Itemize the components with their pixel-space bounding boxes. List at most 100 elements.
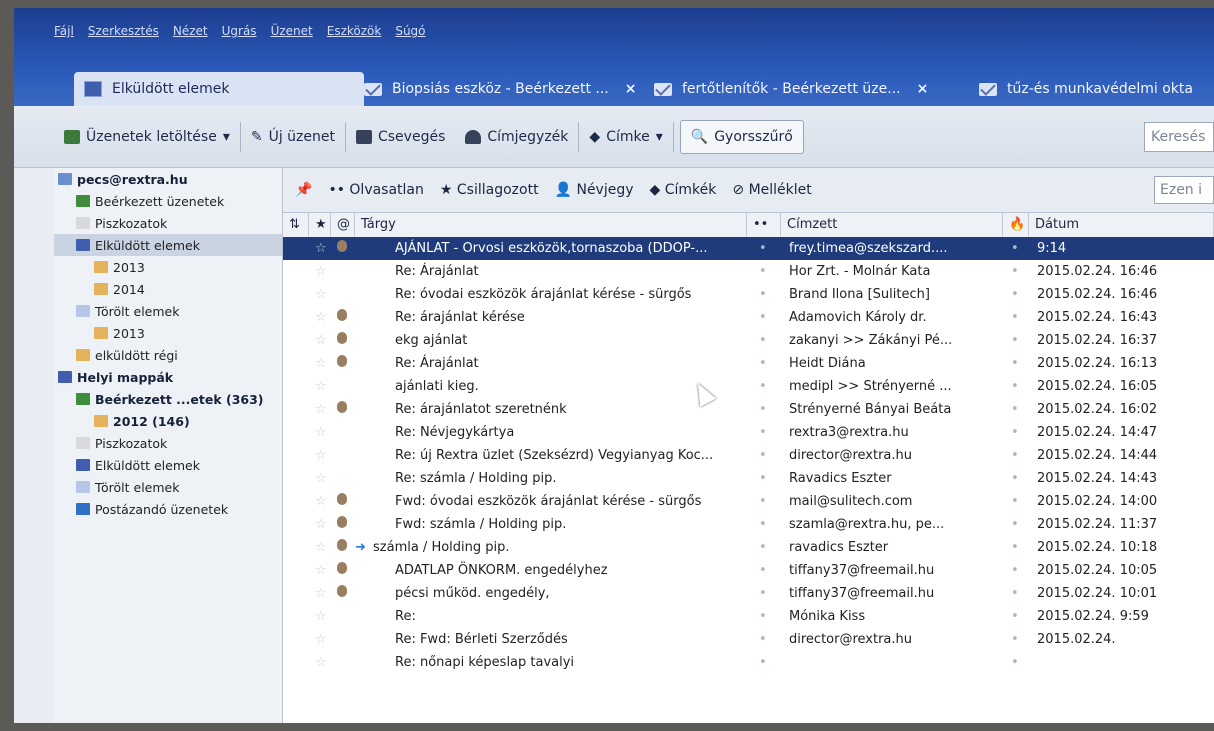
- message-row[interactable]: ☆ Re: árajánlatot szeretnénk • Strényerné B…: [283, 398, 1214, 421]
- chat-button[interactable]: Csevegés: [346, 129, 455, 145]
- read-column-icon[interactable]: ••: [747, 213, 781, 237]
- junk-status-icon[interactable]: •: [1011, 398, 1021, 421]
- message-row[interactable]: ☆ AJÁNLAT - Orvosi eszközök,tornaszoba (D…: [283, 237, 1214, 260]
- tab-disinfectants[interactable]: fertőtlenítők - Beérkezett üze... ×: [644, 72, 938, 106]
- read-status-icon[interactable]: •: [759, 605, 769, 628]
- filter-tags[interactable]: ◆ Címkék: [650, 182, 717, 198]
- star-icon[interactable]: ☆: [315, 444, 331, 467]
- folder-item[interactable]: 2014: [54, 278, 282, 300]
- date-column-header[interactable]: Dátum: [1029, 213, 1214, 237]
- star-icon[interactable]: ☆: [315, 237, 331, 260]
- folder-item[interactable]: 2013: [54, 256, 282, 278]
- new-message-button[interactable]: ✎ Új üzenet: [241, 121, 346, 152]
- junk-status-icon[interactable]: •: [1011, 260, 1021, 283]
- star-icon[interactable]: ☆: [315, 398, 331, 421]
- message-row[interactable]: ☆ ajánlati kieg. • medipl >> Strényerné ...…: [283, 375, 1214, 398]
- message-row[interactable]: ☆ Re: nőnapi képeslap tavalyi • •: [283, 651, 1214, 674]
- star-icon[interactable]: ☆: [315, 536, 331, 559]
- message-row[interactable]: ☆ ➜ számla / Holding pip. • ravadics Eszter •…: [283, 536, 1214, 559]
- junk-status-icon[interactable]: •: [1011, 467, 1021, 490]
- filter-starred[interactable]: ★ Csillagozott: [440, 182, 539, 198]
- get-messages-button[interactable]: Üzenetek letöltése ▾: [54, 121, 241, 152]
- junk-status-icon[interactable]: •: [1011, 237, 1021, 260]
- folder-item[interactable]: Postázandó üzenetek: [54, 498, 282, 520]
- junk-status-icon[interactable]: •: [1011, 421, 1021, 444]
- menu-edit[interactable]: Szerkesztés: [88, 24, 159, 38]
- junk-status-icon[interactable]: •: [1011, 605, 1021, 628]
- tag-button[interactable]: ◆ Címke ▾: [579, 121, 674, 152]
- message-row[interactable]: ☆ Fwd: óvodai eszközök árajánlat kérése -…: [283, 490, 1214, 513]
- read-status-icon[interactable]: •: [759, 329, 769, 352]
- junk-status-icon[interactable]: •: [1011, 283, 1021, 306]
- star-icon[interactable]: ☆: [315, 375, 331, 398]
- menu-help[interactable]: Súgó: [395, 24, 425, 38]
- read-status-icon[interactable]: •: [759, 306, 769, 329]
- read-status-icon[interactable]: •: [759, 421, 769, 444]
- star-icon[interactable]: ☆: [315, 260, 331, 283]
- junk-status-icon[interactable]: •: [1011, 490, 1021, 513]
- message-row[interactable]: ☆ Re: új Rextra üzlet (Szeksézrd) Vegyian…: [283, 444, 1214, 467]
- message-row[interactable]: ☆ Re: Árajánlat • Hor Zrt. - Molnár Kata • 20…: [283, 260, 1214, 283]
- star-icon[interactable]: ☆: [315, 628, 331, 651]
- pin-icon[interactable]: 📌: [295, 182, 312, 198]
- junk-status-icon[interactable]: •: [1011, 329, 1021, 352]
- read-status-icon[interactable]: •: [759, 559, 769, 582]
- menu-view[interactable]: Nézet: [173, 24, 208, 38]
- filter-unread[interactable]: •• Olvasatlan: [328, 182, 423, 198]
- star-icon[interactable]: ☆: [315, 352, 331, 375]
- star-icon[interactable]: ☆: [315, 605, 331, 628]
- chevron-down-icon[interactable]: ▾: [656, 129, 663, 145]
- close-icon[interactable]: ×: [917, 81, 929, 97]
- message-row[interactable]: ☆ Fwd: számla / Holding pip. • szamla@rextr…: [283, 513, 1214, 536]
- folder-item[interactable]: Piszkozatok: [54, 212, 282, 234]
- subject-column-header[interactable]: Tárgy: [355, 213, 747, 237]
- menu-file[interactable]: Fájl: [54, 24, 74, 38]
- read-status-icon[interactable]: •: [759, 283, 769, 306]
- read-status-icon[interactable]: •: [759, 467, 769, 490]
- close-icon[interactable]: ×: [625, 81, 637, 97]
- junk-status-icon[interactable]: •: [1011, 513, 1021, 536]
- menu-tools[interactable]: Eszközök: [327, 24, 382, 38]
- junk-status-icon[interactable]: •: [1011, 582, 1021, 605]
- junk-status-icon[interactable]: •: [1011, 536, 1021, 559]
- read-status-icon[interactable]: •: [759, 398, 769, 421]
- attachment-column-icon[interactable]: @: [331, 213, 355, 237]
- message-row[interactable]: ☆ Re: számla / Holding pip. • Ravadics Eszt…: [283, 467, 1214, 490]
- star-icon[interactable]: ☆: [315, 651, 331, 674]
- junk-status-icon[interactable]: •: [1011, 628, 1021, 651]
- search-input[interactable]: Keresés: [1144, 122, 1214, 152]
- junk-status-icon[interactable]: •: [1011, 375, 1021, 398]
- read-status-icon[interactable]: •: [759, 352, 769, 375]
- folder-item[interactable]: Beérkezett üzenetek: [54, 190, 282, 212]
- star-icon[interactable]: ☆: [315, 283, 331, 306]
- menu-go[interactable]: Ugrás: [222, 24, 257, 38]
- star-icon[interactable]: ☆: [315, 421, 331, 444]
- star-icon[interactable]: ☆: [315, 490, 331, 513]
- folder-item[interactable]: Helyi mappák: [54, 366, 282, 388]
- menu-message[interactable]: Üzenet: [271, 24, 313, 38]
- folder-item[interactable]: 2013: [54, 322, 282, 344]
- read-status-icon[interactable]: •: [759, 237, 769, 260]
- folder-item[interactable]: Beérkezett ...etek (363): [54, 388, 282, 410]
- recipient-column-header[interactable]: Címzett: [781, 213, 1003, 237]
- message-row[interactable]: ☆ Re: Árajánlat • Heidt Diána • 2015.02.24. 1…: [283, 352, 1214, 375]
- tab-biopsy[interactable]: Biopsiás eszköz - Beérkezett ... ×: [354, 72, 646, 106]
- message-row[interactable]: ☆ Re: Névjegykártya • rextra3@rextra.hu • 201…: [283, 421, 1214, 444]
- read-status-icon[interactable]: •: [759, 536, 769, 559]
- tab-fire-safety[interactable]: tűz-és munkavédelmi okta: [969, 72, 1203, 106]
- filter-search-input[interactable]: Ezen i: [1154, 176, 1214, 204]
- star-icon[interactable]: ☆: [315, 329, 331, 352]
- junk-status-icon[interactable]: •: [1011, 559, 1021, 582]
- junk-column-icon[interactable]: 🔥: [1003, 213, 1029, 237]
- junk-status-icon[interactable]: •: [1011, 444, 1021, 467]
- message-row[interactable]: ☆ Re: óvodai eszközök árajánlat kérése - …: [283, 283, 1214, 306]
- folder-item[interactable]: elküldött régi: [54, 344, 282, 366]
- junk-status-icon[interactable]: •: [1011, 651, 1021, 674]
- star-column-icon[interactable]: ★: [309, 213, 331, 237]
- junk-status-icon[interactable]: •: [1011, 352, 1021, 375]
- address-book-button[interactable]: Címjegyzék: [455, 121, 580, 152]
- thread-column-icon[interactable]: ⇅: [283, 213, 309, 237]
- read-status-icon[interactable]: •: [759, 490, 769, 513]
- message-row[interactable]: ☆ Re: • Mónika Kiss • 2015.02.24. 9:59: [283, 605, 1214, 628]
- tab-sent-items[interactable]: Elküldött elemek: [74, 72, 364, 106]
